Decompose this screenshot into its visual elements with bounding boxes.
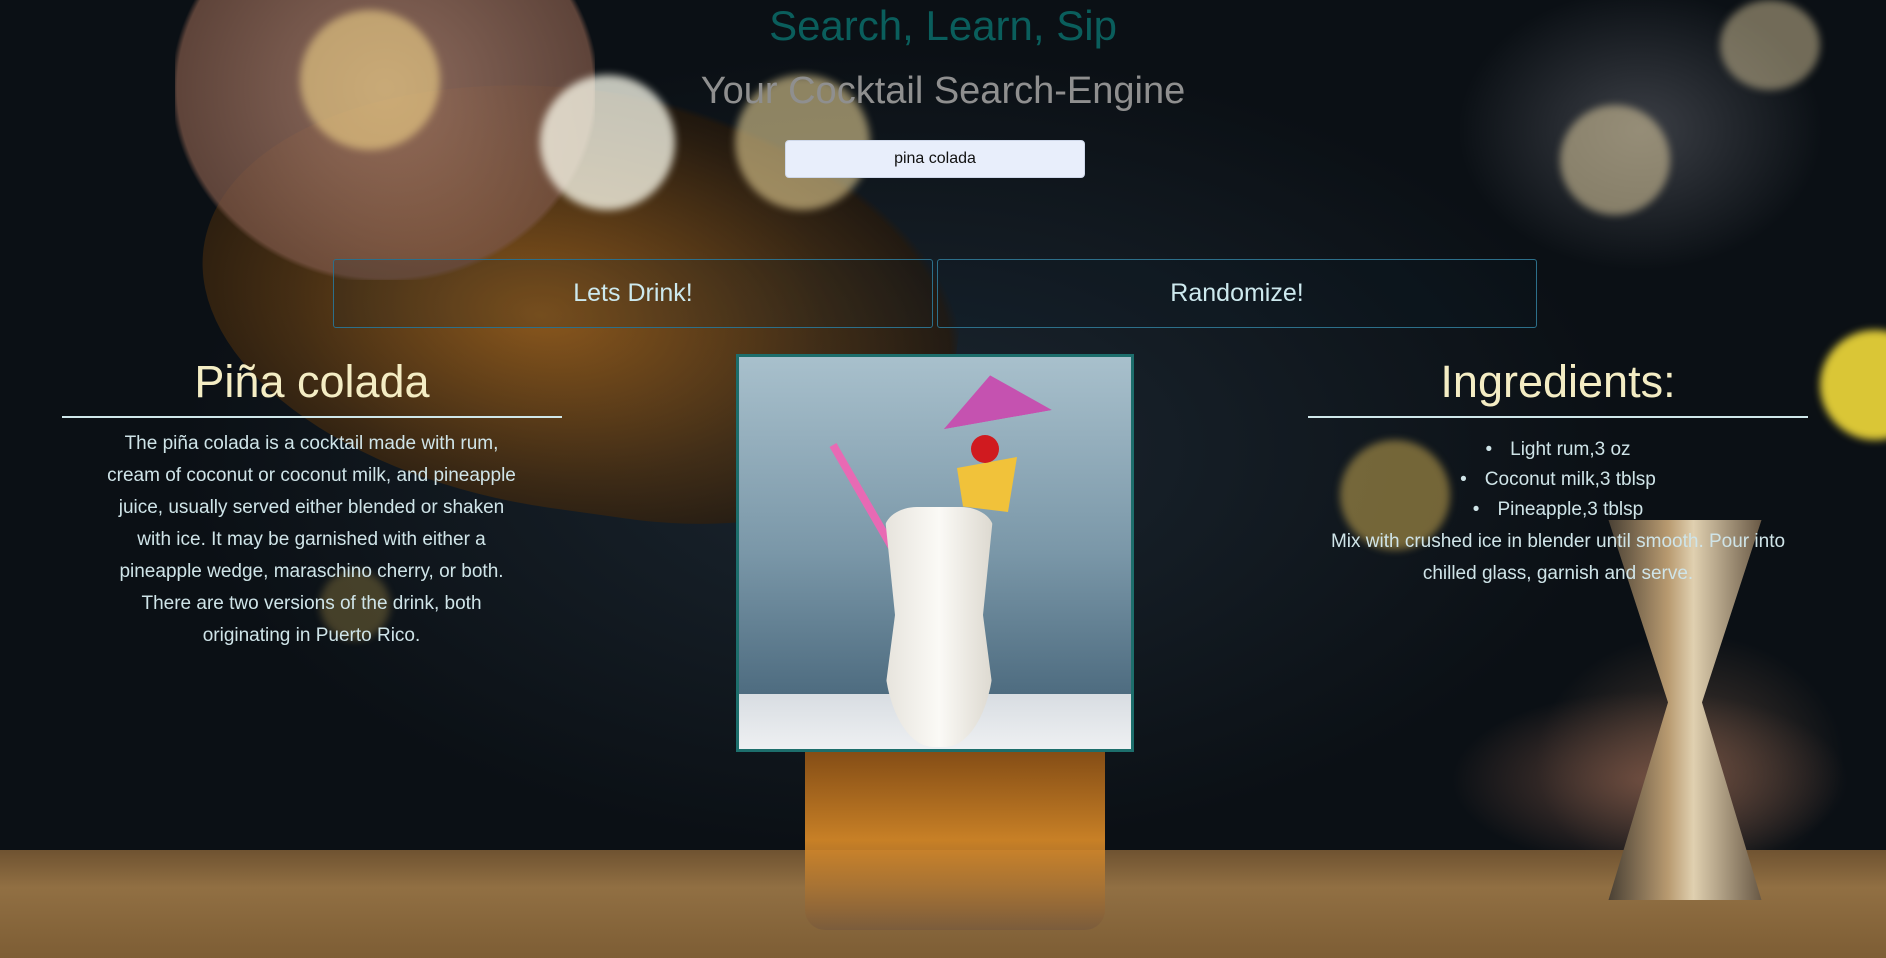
ingredient-item: Light rum,3 oz: [1308, 435, 1808, 465]
straw: [829, 443, 897, 551]
drink-description: The piña colada is a cocktail made with …: [107, 433, 516, 646]
lets-drink-button[interactable]: Lets Drink!: [333, 259, 933, 328]
divider: [1308, 416, 1808, 418]
bokeh-light: [1560, 105, 1670, 215]
ingredient-item: Pineapple,3 tblsp: [1308, 495, 1808, 525]
cocktail-glass: [884, 507, 994, 747]
ingredients-heading: Ingredients:: [1440, 356, 1676, 407]
ingredient-item: Coconut milk,3 tblsp: [1308, 465, 1808, 495]
ingredients-list: Light rum,3 oz Coconut milk,3 tblsp Pine…: [1308, 435, 1808, 525]
page: Search, Learn, Sip Your Cocktail Search-…: [0, 0, 1886, 958]
randomize-button[interactable]: Randomize!: [937, 259, 1537, 328]
bokeh-light: [1820, 330, 1886, 440]
umbrella-garnish: [936, 366, 1052, 429]
background-glass: [805, 750, 1105, 930]
divider: [62, 416, 562, 418]
drink-name: Piña colada: [194, 356, 430, 407]
drink-image: [736, 354, 1134, 752]
page-title: Search, Learn, Sip: [769, 2, 1117, 49]
drink-instructions: Mix with crushed ice in blender until sm…: [1330, 531, 1786, 584]
search-input[interactable]: [785, 140, 1085, 178]
pineapple-garnish: [957, 457, 1017, 512]
page-subtitle: Your Cocktail Search-Engine: [700, 70, 1186, 112]
cherry-garnish: [971, 435, 999, 463]
